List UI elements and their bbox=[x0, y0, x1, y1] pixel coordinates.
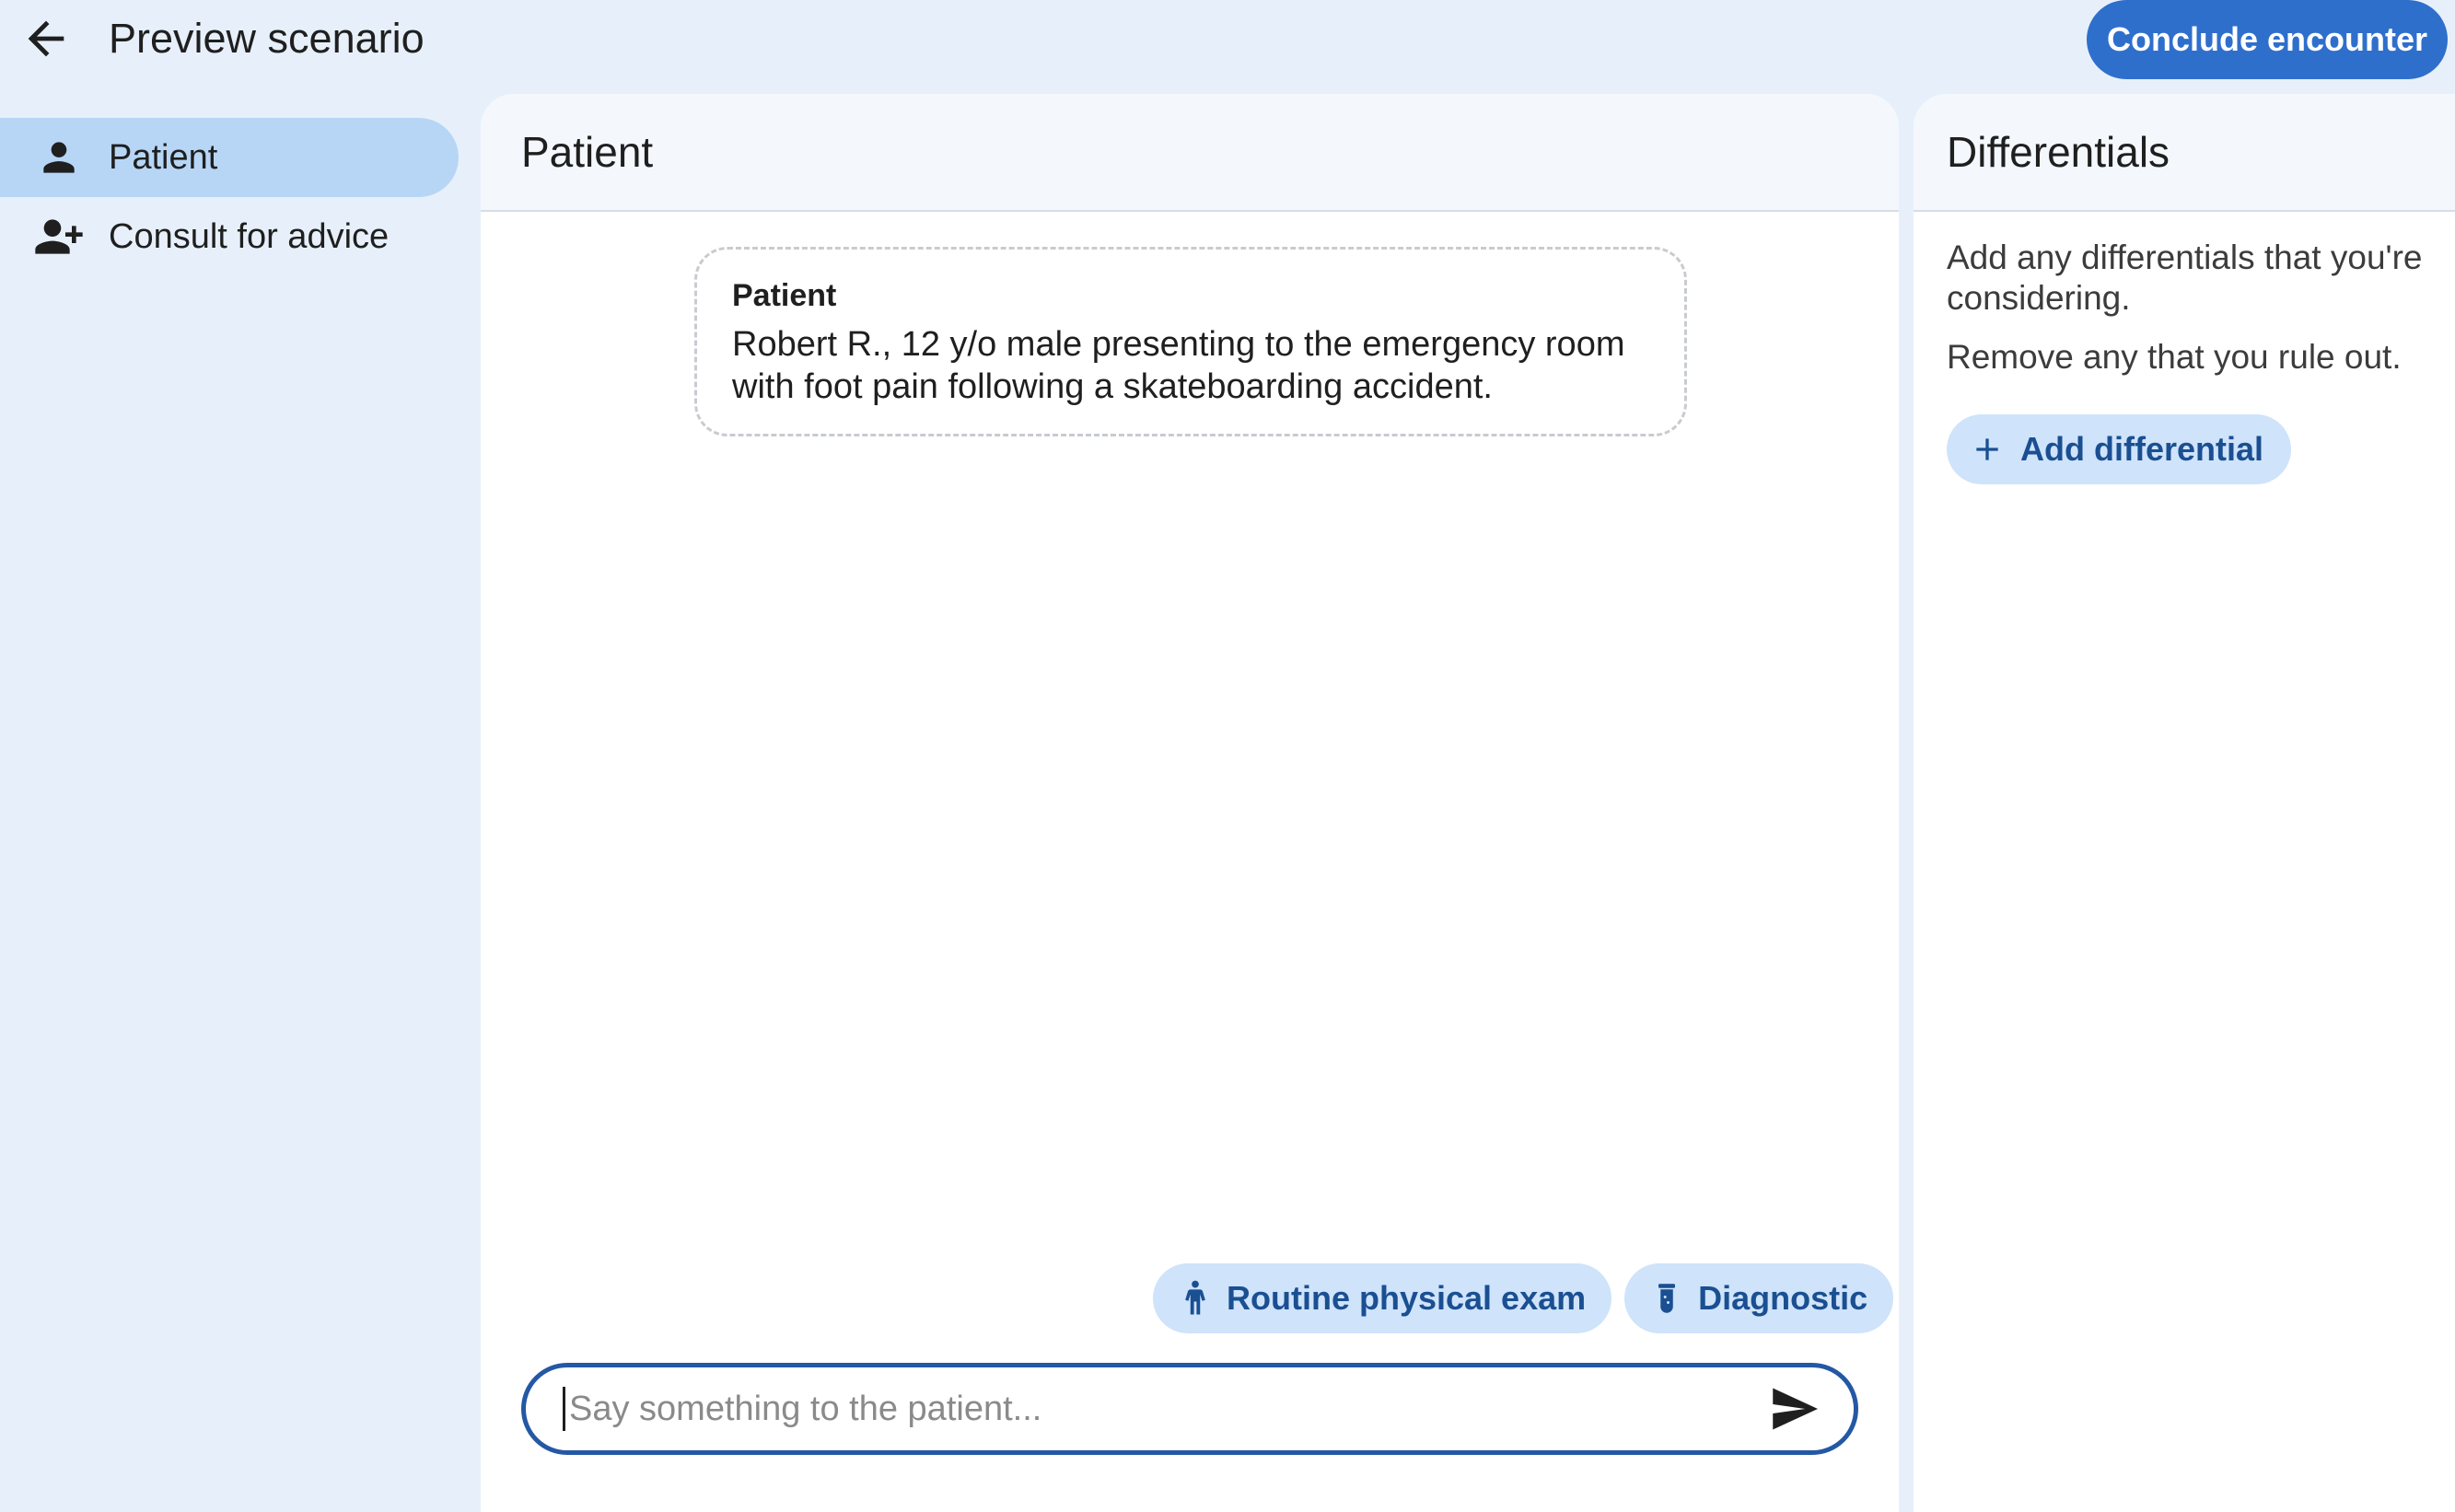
chat-panel-header: Patient bbox=[481, 94, 1899, 212]
send-icon bbox=[1773, 1388, 1818, 1430]
action-chips: Routine physical exam Diagnostic bbox=[1153, 1263, 1894, 1333]
routine-physical-exam-button[interactable]: Routine physical exam bbox=[1153, 1263, 1612, 1333]
standing-person-icon bbox=[1175, 1278, 1216, 1319]
arrow-left-icon bbox=[28, 20, 64, 57]
chip-label: Routine physical exam bbox=[1227, 1279, 1587, 1317]
back-button[interactable] bbox=[13, 9, 79, 68]
differentials-help-line1: Add any differentials that you're consid… bbox=[1947, 238, 2423, 317]
message-text: Robert R., 12 y/o male presenting to the… bbox=[732, 325, 1625, 406]
chat-panel-title: Patient bbox=[521, 128, 654, 176]
chip-label: Diagnostic bbox=[1698, 1279, 1868, 1317]
differentials-help: Add any differentials that you're consid… bbox=[1947, 238, 2444, 396]
differentials-help-line2: Remove any that you rule out. bbox=[1947, 338, 2402, 376]
message-card: Patient Robert R., 12 y/o male presentin… bbox=[694, 247, 1687, 436]
page-title: Preview scenario bbox=[109, 15, 425, 62]
test-tube-icon bbox=[1646, 1278, 1687, 1319]
plus-icon bbox=[1969, 431, 2006, 468]
person-add-icon bbox=[33, 211, 85, 262]
add-differential-label: Add differential bbox=[2020, 430, 2264, 468]
sidebar-item-consult[interactable]: Consult for advice bbox=[0, 197, 460, 276]
chat-panel: Patient Patient Robert R., 12 y/o male p… bbox=[481, 94, 1899, 1512]
message-input[interactable] bbox=[563, 1387, 1741, 1431]
top-bar: Preview scenario Conclude encounter bbox=[0, 0, 2455, 79]
sidebar-item-label: Consult for advice bbox=[109, 216, 390, 256]
differentials-header: Differentials bbox=[1914, 94, 2455, 212]
conclude-encounter-button[interactable]: Conclude encounter bbox=[2087, 0, 2448, 79]
send-button[interactable] bbox=[1762, 1378, 1828, 1439]
sidebar-item-label: Patient bbox=[109, 137, 218, 177]
person-icon bbox=[33, 132, 85, 183]
message-sender: Patient bbox=[732, 278, 837, 313]
diagnostic-button[interactable]: Diagnostic bbox=[1624, 1263, 1894, 1333]
differentials-title: Differentials bbox=[1947, 128, 2170, 176]
message-input-box bbox=[521, 1363, 1858, 1455]
add-differential-button[interactable]: Add differential bbox=[1947, 414, 2292, 484]
sidebar-item-patient[interactable]: Patient bbox=[0, 118, 459, 197]
differentials-panel: Differentials Add any differentials that… bbox=[1914, 94, 2455, 1512]
sidebar: Patient Consult for advice bbox=[0, 118, 460, 276]
